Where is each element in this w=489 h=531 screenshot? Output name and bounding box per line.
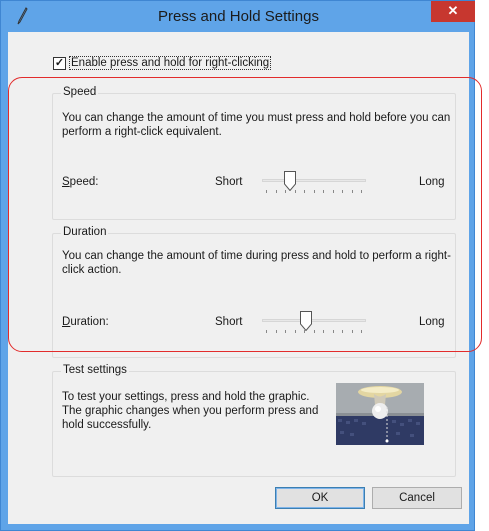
test-settings-group-title: Test settings (61, 364, 129, 376)
slider-tick (295, 330, 296, 333)
dialog-window: Press and Hold Settings ✕ ✓ Enable press… (0, 0, 475, 531)
slider-tick (333, 190, 334, 193)
slider-tick (352, 190, 353, 193)
slider-tick (314, 190, 315, 193)
speed-group: Speed You can change the amount of time … (52, 86, 456, 220)
speed-long-label: Long (419, 176, 445, 188)
speed-group-title: Speed (61, 86, 99, 98)
slider-tick (333, 330, 334, 333)
duration-slider-ticks (266, 330, 362, 333)
slider-tick (314, 330, 315, 333)
speed-slider-track[interactable] (262, 179, 366, 182)
slider-tick (323, 190, 324, 193)
window-title: Press and Hold Settings (158, 8, 319, 25)
test-settings-description: To test your settings, press and hold th… (62, 391, 319, 431)
speed-short-label: Short (215, 176, 243, 188)
ok-button[interactable]: OK (275, 487, 365, 509)
close-icon: ✕ (447, 3, 459, 18)
speed-description: You can change the amount of time you mu… (62, 112, 451, 138)
enable-press-hold-checkbox[interactable]: ✓ (53, 57, 66, 70)
duration-long-label: Long (419, 316, 445, 328)
slider-tick (266, 190, 267, 193)
speed-slider-thumb[interactable] (284, 171, 296, 191)
speed-slider-ticks (266, 190, 362, 193)
slider-tick (342, 330, 343, 333)
duration-short-label: Short (215, 316, 243, 328)
close-button[interactable]: ✕ (431, 1, 475, 22)
slider-tick (361, 190, 362, 193)
title-bar[interactable]: Press and Hold Settings ✕ (1, 1, 476, 33)
duration-group-title: Duration (61, 226, 109, 238)
slider-tick (285, 330, 286, 333)
duration-slider-track[interactable] (262, 319, 366, 322)
duration-slider[interactable] (262, 311, 366, 335)
slider-tick (276, 190, 277, 193)
duration-row-label: Duration: (62, 316, 109, 328)
press-hold-test-graphic[interactable] (336, 383, 424, 445)
slider-tick (361, 330, 362, 333)
slider-tick (304, 190, 305, 193)
duration-slider-thumb[interactable] (300, 311, 312, 331)
dialog-content: ✓ Enable press and hold for right-clicki… (8, 32, 469, 524)
slider-tick (352, 330, 353, 333)
enable-press-hold-label[interactable]: Enable press and hold for right-clicking (69, 56, 272, 70)
slider-tick (276, 330, 277, 333)
checkmark-icon: ✓ (54, 57, 65, 69)
duration-description: You can change the amount of time during… (62, 250, 451, 276)
speed-slider[interactable] (262, 171, 366, 195)
slider-tick (342, 190, 343, 193)
slider-tick (266, 330, 267, 333)
slider-tick (323, 330, 324, 333)
cancel-button[interactable]: Cancel (372, 487, 462, 509)
duration-group: Duration You can change the amount of ti… (52, 226, 456, 358)
speed-row-label: Speed: (62, 176, 99, 188)
